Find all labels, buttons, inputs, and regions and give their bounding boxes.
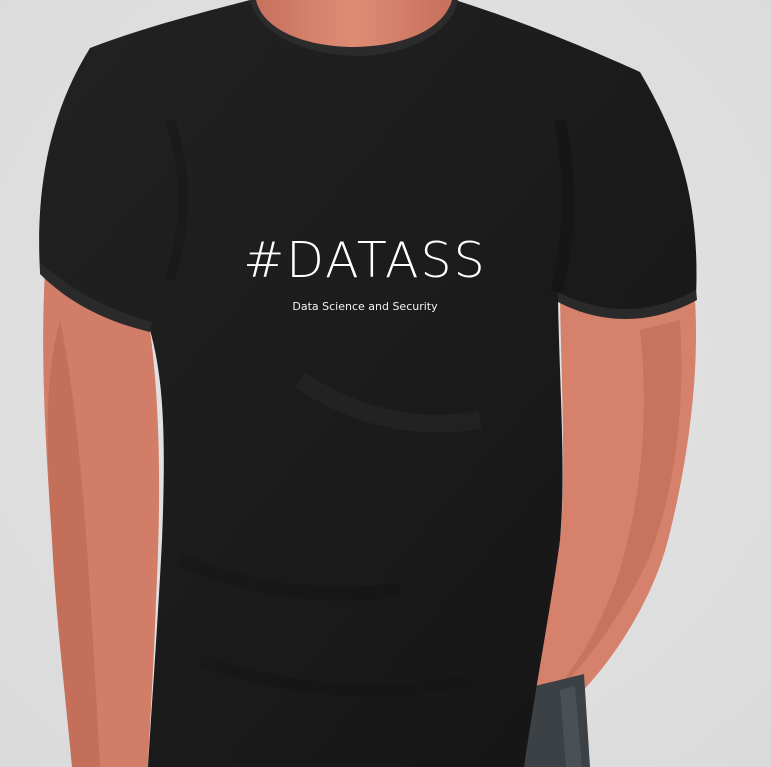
tshirt-photo (0, 0, 771, 767)
